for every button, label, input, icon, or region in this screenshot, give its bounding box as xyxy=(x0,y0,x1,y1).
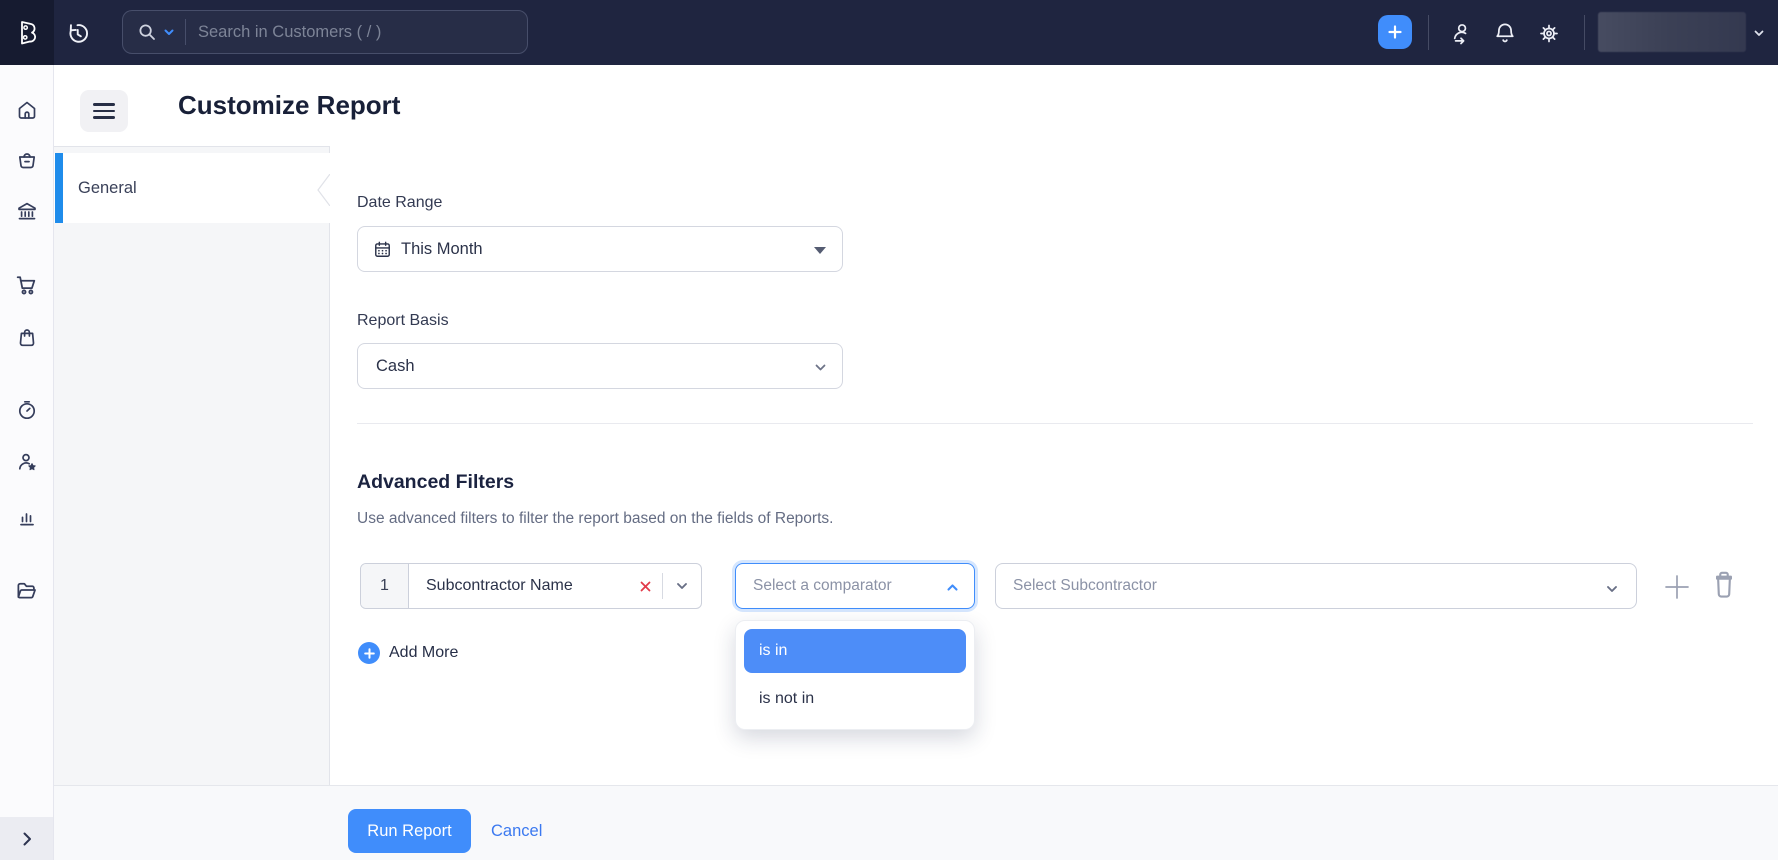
add-more-plus-icon xyxy=(358,642,380,664)
chevron-down-icon xyxy=(1607,586,1617,592)
comparator-option-is-in[interactable]: is in xyxy=(744,629,966,673)
field-dropdown-button[interactable] xyxy=(675,579,689,593)
notifications-bell-icon xyxy=(1496,23,1514,43)
field-divider xyxy=(662,573,663,599)
search-scope-caret-icon[interactable] xyxy=(163,26,175,38)
tab-general-label: General xyxy=(78,178,137,197)
date-range-label: Date Range xyxy=(357,194,443,211)
trash-icon xyxy=(1716,571,1732,598)
documents-icon xyxy=(17,582,36,598)
page-title: Customize Report xyxy=(178,90,401,120)
org-dropdown-caret-icon[interactable] xyxy=(1752,26,1766,40)
accountant-icon xyxy=(18,453,36,471)
page-header: Customize Report xyxy=(54,65,1778,146)
sidebar-item-documents[interactable] xyxy=(0,572,53,608)
comparator-select[interactable]: Select a comparator xyxy=(735,563,975,609)
advanced-filters-title: Advanced Filters xyxy=(357,471,515,493)
global-search[interactable]: Search in Customers ( / ) xyxy=(122,10,528,54)
reports-icon xyxy=(19,513,34,526)
search-icon xyxy=(139,24,155,40)
add-filter-row-button[interactable] xyxy=(1662,572,1692,602)
delete-filter-row-button[interactable] xyxy=(1708,567,1740,603)
sales-cart-icon xyxy=(16,275,36,294)
expand-chevron-icon xyxy=(23,832,31,845)
calendar-icon xyxy=(375,241,390,257)
settings-button[interactable] xyxy=(1536,20,1562,46)
quick-create-plus-icon xyxy=(1388,25,1402,39)
quick-create-button[interactable] xyxy=(1378,15,1412,49)
referrals-button[interactable] xyxy=(1448,20,1474,46)
plus-icon xyxy=(1665,575,1689,599)
caret-down-icon xyxy=(814,247,826,254)
subcontractor-placeholder: Select Subcontractor xyxy=(1013,577,1157,594)
recent-history-button[interactable] xyxy=(62,19,92,47)
clear-field-button[interactable] xyxy=(639,580,652,593)
navbar-divider xyxy=(1584,15,1585,50)
comparator-dropdown: is in is not in xyxy=(735,620,975,730)
history-icon xyxy=(69,23,88,43)
home-icon xyxy=(18,101,35,119)
tab-general[interactable]: General xyxy=(54,153,330,223)
sidebar-item-items[interactable] xyxy=(0,142,53,178)
report-basis-select[interactable]: Cash xyxy=(357,343,843,389)
collapse-panel-button[interactable] xyxy=(80,90,128,132)
active-tab-indicator xyxy=(55,153,63,223)
sidebar-item-sales[interactable] xyxy=(0,266,53,302)
subcontractor-select[interactable]: Select Subcontractor xyxy=(995,563,1637,609)
referrals-icon xyxy=(1453,23,1467,44)
sidebar-item-banking[interactable] xyxy=(0,193,53,229)
books-logo-icon xyxy=(21,20,36,44)
report-basis-value: Cash xyxy=(376,356,415,375)
navbar-divider xyxy=(1428,15,1429,50)
sidebar-item-accountant[interactable] xyxy=(0,444,53,480)
app-logo[interactable] xyxy=(0,0,54,65)
clear-x-icon xyxy=(640,581,651,591)
panel-notch xyxy=(317,174,330,206)
customize-panel: General xyxy=(54,146,330,785)
filter-field-value: Subcontractor Name xyxy=(426,577,573,594)
search-divider xyxy=(185,19,186,45)
sidebar-item-home[interactable] xyxy=(0,92,53,128)
sidebar-item-reports[interactable] xyxy=(0,499,53,535)
report-basis-label: Report Basis xyxy=(357,312,449,329)
main-content: Date Range This Month Report Basis Cash … xyxy=(330,146,1778,785)
chevron-down-icon xyxy=(815,364,826,371)
add-more-button[interactable]: Add More xyxy=(358,642,458,664)
time-tracking-icon xyxy=(18,400,35,420)
sidebar-item-purchases[interactable] xyxy=(0,319,53,355)
date-range-value: This Month xyxy=(401,239,483,258)
items-icon xyxy=(18,153,35,169)
sidebar-item-time-tracking[interactable] xyxy=(0,392,53,428)
search-input[interactable]: Search in Customers ( / ) xyxy=(198,23,381,42)
top-navbar: Search in Customers ( / ) xyxy=(0,0,1778,65)
settings-gear-icon xyxy=(1540,24,1558,42)
purchases-bag-icon xyxy=(19,329,34,347)
notifications-button[interactable] xyxy=(1492,20,1518,46)
chevron-down-icon xyxy=(677,583,687,589)
sidebar-expand-button[interactable] xyxy=(0,817,53,860)
org-name-redacted[interactable] xyxy=(1598,12,1746,52)
section-divider xyxy=(357,423,1753,424)
banking-icon xyxy=(17,202,36,220)
add-more-label: Add More xyxy=(389,644,459,661)
filter-field-select[interactable]: 1 Subcontractor Name xyxy=(360,563,702,609)
comparator-option-is-not-in[interactable]: is not in xyxy=(744,677,966,721)
filter-index: 1 xyxy=(361,564,409,608)
cancel-button[interactable]: Cancel xyxy=(491,809,542,853)
action-bar: Run Report Cancel xyxy=(54,785,1778,860)
primary-sidebar xyxy=(0,65,54,860)
comparator-placeholder: Select a comparator xyxy=(753,577,892,594)
date-range-select[interactable]: This Month xyxy=(357,226,843,272)
run-report-button[interactable]: Run Report xyxy=(348,809,471,853)
advanced-filters-description: Use advanced filters to filter the repor… xyxy=(357,510,834,527)
chevron-up-icon xyxy=(947,584,958,591)
app-root: Search in Customers ( / ) Customize Repo… xyxy=(0,0,1778,860)
